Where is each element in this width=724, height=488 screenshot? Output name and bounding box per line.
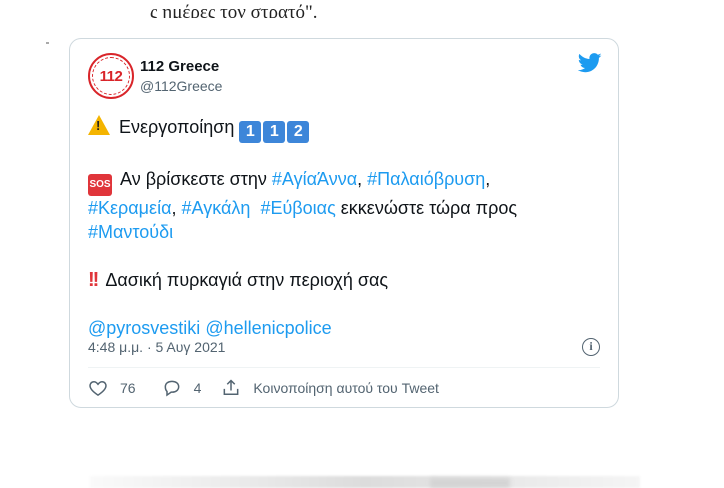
tweet-line-location-cont: #Κεραμεία, #Αγκάλη #Εύβοιας εκκενώστε τώ… <box>88 196 608 220</box>
share-label: Κοινοποίηση αυτού του Tweet <box>253 380 439 396</box>
fire-warning-text: Δασική πυρκαγιά στην περιοχή σας <box>105 270 389 290</box>
tweet-line-fire: !! Δασική πυρκαγιά στην περιοχή σας <box>88 268 608 292</box>
activation-text: Ενεργοποίηση <box>119 117 235 137</box>
mention-link[interactable]: @hellenicpolice <box>205 318 331 338</box>
reply-button[interactable]: 4 <box>162 378 202 398</box>
article-snippet: ς ημέρες τον στρατό". <box>150 2 318 18</box>
divider-mark <box>46 42 49 44</box>
hashtag-link[interactable]: #Εύβοιας <box>260 198 335 218</box>
location-text: Αν βρίσκεστε στην <box>120 169 267 189</box>
reply-bubble-icon <box>164 380 179 397</box>
background-article-text: ς ημέρες τον στρατό". <box>0 0 724 18</box>
tweet-text: Ενεργοποίηση 112 SOS Αν βρίσκεστε στην #… <box>88 115 608 340</box>
tweet-line-destination: #Μαντούδι <box>88 220 608 244</box>
avatar[interactable]: 112 <box>88 53 134 99</box>
hashtag-link[interactable]: #Μαντούδι <box>88 222 173 242</box>
background-image-strip <box>430 478 510 488</box>
warning-emoji <box>88 115 110 135</box>
keycap-digit: 1 <box>263 121 286 143</box>
like-button[interactable]: 76 <box>88 378 136 398</box>
mention-link[interactable]: @pyrosvestiki <box>88 318 200 338</box>
hashtag-link[interactable]: #Αγκάλη <box>182 198 251 218</box>
hashtag-link[interactable]: #ΑγίαΆννα <box>272 169 357 189</box>
tweet-card[interactable]: 112 112 Greece @112Greece Ενεργοποίηση 1… <box>69 38 619 408</box>
author-handle[interactable]: @112Greece <box>140 78 222 94</box>
twitter-bird-icon[interactable] <box>578 53 602 73</box>
separator: , <box>171 198 177 218</box>
share-button[interactable]: Κοινοποίηση αυτού του Tweet <box>221 378 439 398</box>
keycap-digit: 1 <box>239 121 262 143</box>
divider <box>88 367 600 368</box>
info-icon[interactable]: i <box>582 338 600 356</box>
separator: , <box>485 169 491 189</box>
tweet-timestamp[interactable]: 4:48 μ.μ. · 5 Αυγ 2021 <box>88 339 225 355</box>
share-icon <box>223 379 239 395</box>
hashtag-link[interactable]: #Κεραμεία <box>88 198 172 218</box>
double-exclamation-emoji: !! <box>88 269 99 291</box>
tweet-line-mentions: @pyrosvestiki @hellenicpolice <box>88 316 608 340</box>
hashtag-link[interactable]: #Παλαιόβρυση <box>367 169 485 189</box>
tweet-actions: 76 4 Κοινοποίηση αυτού του Tweet <box>88 377 439 399</box>
author-name[interactable]: 112 Greece <box>140 58 219 75</box>
background-image-strip <box>90 476 640 488</box>
tweet-line-location: SOS Αν βρίσκεστε στην #ΑγίαΆννα, #Παλαιό… <box>88 167 608 196</box>
like-count: 76 <box>120 380 136 396</box>
keycap-digit: 2 <box>287 121 310 143</box>
evacuate-text: εκκενώστε τώρα προς <box>340 198 518 218</box>
separator: , <box>357 169 363 189</box>
sos-emoji: SOS <box>88 174 112 196</box>
tweet-line-activation: Ενεργοποίηση 112 <box>88 115 608 143</box>
reply-count: 4 <box>193 380 202 396</box>
heart-icon <box>89 380 107 396</box>
avatar-logo: 112 <box>92 57 130 95</box>
